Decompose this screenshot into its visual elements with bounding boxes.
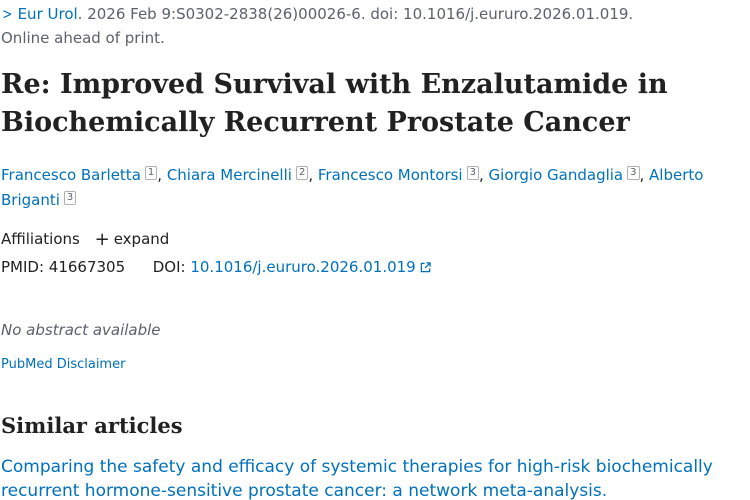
- chevron-right-icon[interactable]: >: [2, 4, 12, 24]
- similar-article-link[interactable]: Comparing the safety and efficacy of sys…: [1, 455, 741, 500]
- citation-line: > Eur Urol. 2026 Feb 9:S0302-2838(26)0002…: [1, 4, 633, 24]
- author-link[interactable]: Chiara Mercinelli: [167, 166, 292, 184]
- no-abstract-text: No abstract available: [1, 321, 161, 339]
- pmid-label: PMID:: [1, 258, 45, 276]
- journal-link[interactable]: Eur Urol: [18, 5, 78, 23]
- doi-link[interactable]: 10.1016/j.eururo.2026.01.019: [190, 258, 431, 276]
- plus-icon[interactable]: +: [95, 229, 110, 250]
- citation-details: . 2026 Feb 9:S0302-2838(26)00026-6. doi:…: [77, 5, 634, 23]
- affiliations-expand-button[interactable]: + expand: [95, 229, 170, 250]
- similar-articles-heading: Similar articles: [1, 413, 183, 438]
- expand-label[interactable]: expand: [114, 230, 170, 248]
- article-title: Re: Improved Survival with Enzalutamide …: [1, 69, 668, 138]
- authors-list: Francesco Barletta 1, Chiara Mercinelli 2,…: [1, 166, 704, 209]
- publication-status: Online ahead of print.: [1, 29, 165, 47]
- affiliation-number[interactable]: 2: [295, 166, 309, 180]
- author-link[interactable]: Giorgio Gandaglia: [489, 166, 624, 184]
- doi-value[interactable]: 10.1016/j.eururo.2026.01.019: [190, 258, 415, 276]
- affiliation-number[interactable]: 3: [627, 166, 640, 180]
- pmid-value: 41667305: [48, 258, 126, 276]
- affiliations-row: Affiliations + expand: [1, 229, 169, 250]
- identifiers-row: PMID: 41667305 DOI: 10.1016/j.eururo.202…: [1, 257, 431, 277]
- author-link[interactable]: Francesco Barletta: [1, 166, 141, 184]
- pubmed-disclaimer-link[interactable]: PubMed Disclaimer: [1, 356, 125, 374]
- doi-label: DOI:: [152, 258, 186, 276]
- affiliation-number[interactable]: 3: [63, 191, 77, 205]
- affiliation-number[interactable]: 3: [466, 166, 479, 180]
- affiliation-number[interactable]: 1: [144, 166, 158, 180]
- affiliations-label: Affiliations: [1, 230, 80, 248]
- external-link-icon[interactable]: [420, 262, 431, 273]
- author-link[interactable]: Francesco Montorsi: [318, 166, 463, 184]
